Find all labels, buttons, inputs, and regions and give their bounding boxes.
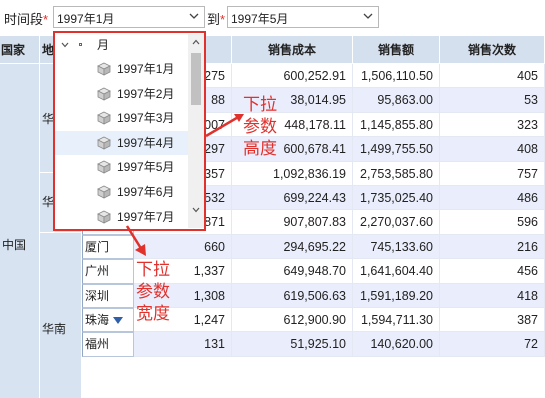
table-cell-amount: 1,594,711.30 [353,308,440,333]
table-cell-amount: 2,270,037.60 [353,210,440,235]
city-label: 厦门 [85,239,110,254]
tree-root-month[interactable]: 月 [55,33,203,57]
table-cell-count: 387 [440,308,545,333]
month-dropdown-popup[interactable]: 月 1997年1月 1997年2月 1997年3月 1997年4月 1997年5月 199… [53,31,206,231]
chevron-down-icon [363,13,373,19]
width-annotation-text: 下拉 参数 宽度 [136,260,170,323]
table-cell-amount: 1,735,025.40 [353,186,440,211]
required-mark: * [43,12,49,27]
scroll-down-icon[interactable] [192,206,200,214]
table-cell-cost: 612,900.90 [232,308,353,333]
cube-icon [97,111,111,125]
city-cell[interactable]: 广州 [82,259,134,284]
city-label: 福州 [85,337,110,352]
start-month-select[interactable]: 1997年1月 [53,6,205,28]
table-cell-cost: 600,252.91 [232,64,353,89]
period-label: 时间段* [4,12,49,27]
tree-node-dot-icon [79,43,82,46]
table-cell-amount: 1,591,189.20 [353,283,440,308]
tree-item-month[interactable]: 1997年4月 [55,130,188,155]
table-cell-count: 323 [440,112,545,138]
table-cell-amount: 745,133.60 [353,234,440,260]
table-cell-cost: 1,092,836.19 [232,161,353,186]
city-label: 广州 [85,264,110,279]
table-cell-count: 456 [440,259,545,284]
header-count: 销售次数 [440,36,545,64]
tree-item-label: 1997年5月 [117,160,175,175]
header-country: 国家 [0,36,40,64]
city-label: 深圳 [85,288,110,303]
table-cell-count: 53 [440,88,545,113]
city-cell[interactable]: 福州 [82,332,134,357]
tree-item-label: 1997年4月 [117,135,175,150]
table-cell-cost: 619,506.63 [232,283,353,308]
required-mark: * [220,12,226,27]
region-divider [40,232,82,233]
table-cell-amount: 95,863.00 [353,88,440,113]
country-cell: 中国 [2,238,27,252]
end-month-select[interactable]: 1997年5月 [227,6,379,28]
city-cell[interactable]: 深圳 [82,283,134,308]
scrollbar-thumb[interactable] [191,53,201,105]
table-cell-amount: 1,641,604.40 [353,259,440,284]
cube-icon [97,87,111,101]
table-cell-count: 405 [440,64,545,89]
table-cell-cost: 649,948.70 [232,259,353,284]
city-label: 珠海 [85,313,110,327]
table-cell-count: 72 [440,332,545,357]
table-cell-count: 596 [440,210,545,235]
dropdown-list: 月 1997年1月 1997年2月 1997年3月 1997年4月 1997年5月 199… [55,33,204,229]
table-cell-amount: 140,620.00 [353,332,440,357]
table-cell-cost: 907,807.83 [232,210,353,235]
sort-arrow-icon[interactable] [113,317,123,325]
table-cell-cost: 51,925.10 [232,332,353,357]
table-cell-amount: 1,499,755.50 [353,137,440,162]
table-cell-amount: 2,753,585.80 [353,161,440,186]
cube-icon [97,185,111,199]
tree-item-month[interactable]: 1997年5月 [55,155,188,179]
scroll-up-icon[interactable] [192,38,200,46]
cube-icon [97,210,111,224]
cube-icon [97,160,111,175]
tree-item-month[interactable]: 1997年6月 [55,180,188,204]
city-cell[interactable]: 珠海 [82,308,134,333]
table-cell-count: 757 [440,161,545,186]
end-month-value: 1997年5月 [231,12,289,26]
expand-arrow-icon[interactable] [61,41,69,49]
tree-item-month[interactable]: 1997年3月 [55,106,188,130]
chevron-down-icon [189,13,199,19]
country-column [0,64,40,398]
header-cost: 销售成本 [232,36,353,64]
table-cell-amount: 1,506,110.50 [353,64,440,89]
table-cell-amount: 1,145,855.80 [353,112,440,138]
table-cell-count: 216 [440,234,545,260]
start-month-value: 1997年1月 [57,12,115,26]
tree-item-label: 1997年6月 [117,185,175,199]
table-cell-count: 418 [440,283,545,308]
tree-item-month[interactable]: 1997年1月 [55,57,188,81]
header-amount: 销售额 [353,36,440,64]
tree-item-label: 1997年1月 [117,62,175,76]
table-cell-cost: 294,695.22 [232,234,353,260]
tree-item-month[interactable]: 1997年2月 [55,82,188,106]
width-annotation-arrow [125,225,146,256]
tree-item-label: 1997年3月 [117,111,175,126]
to-label: 到* [207,12,226,27]
tree-item-label: 1997年2月 [117,86,175,101]
tree-root-label: 月 [97,38,110,52]
height-annotation-arrow [205,114,244,138]
cube-icon [97,62,111,76]
table-cell-cost: 699,224.43 [232,186,353,211]
cube-icon [97,136,111,150]
region-cell-south: 华南 [42,322,67,336]
height-annotation-text: 下拉 参数 高度 [243,95,277,158]
table-cell-count: 486 [440,186,545,211]
table-cell-count: 408 [440,137,545,162]
